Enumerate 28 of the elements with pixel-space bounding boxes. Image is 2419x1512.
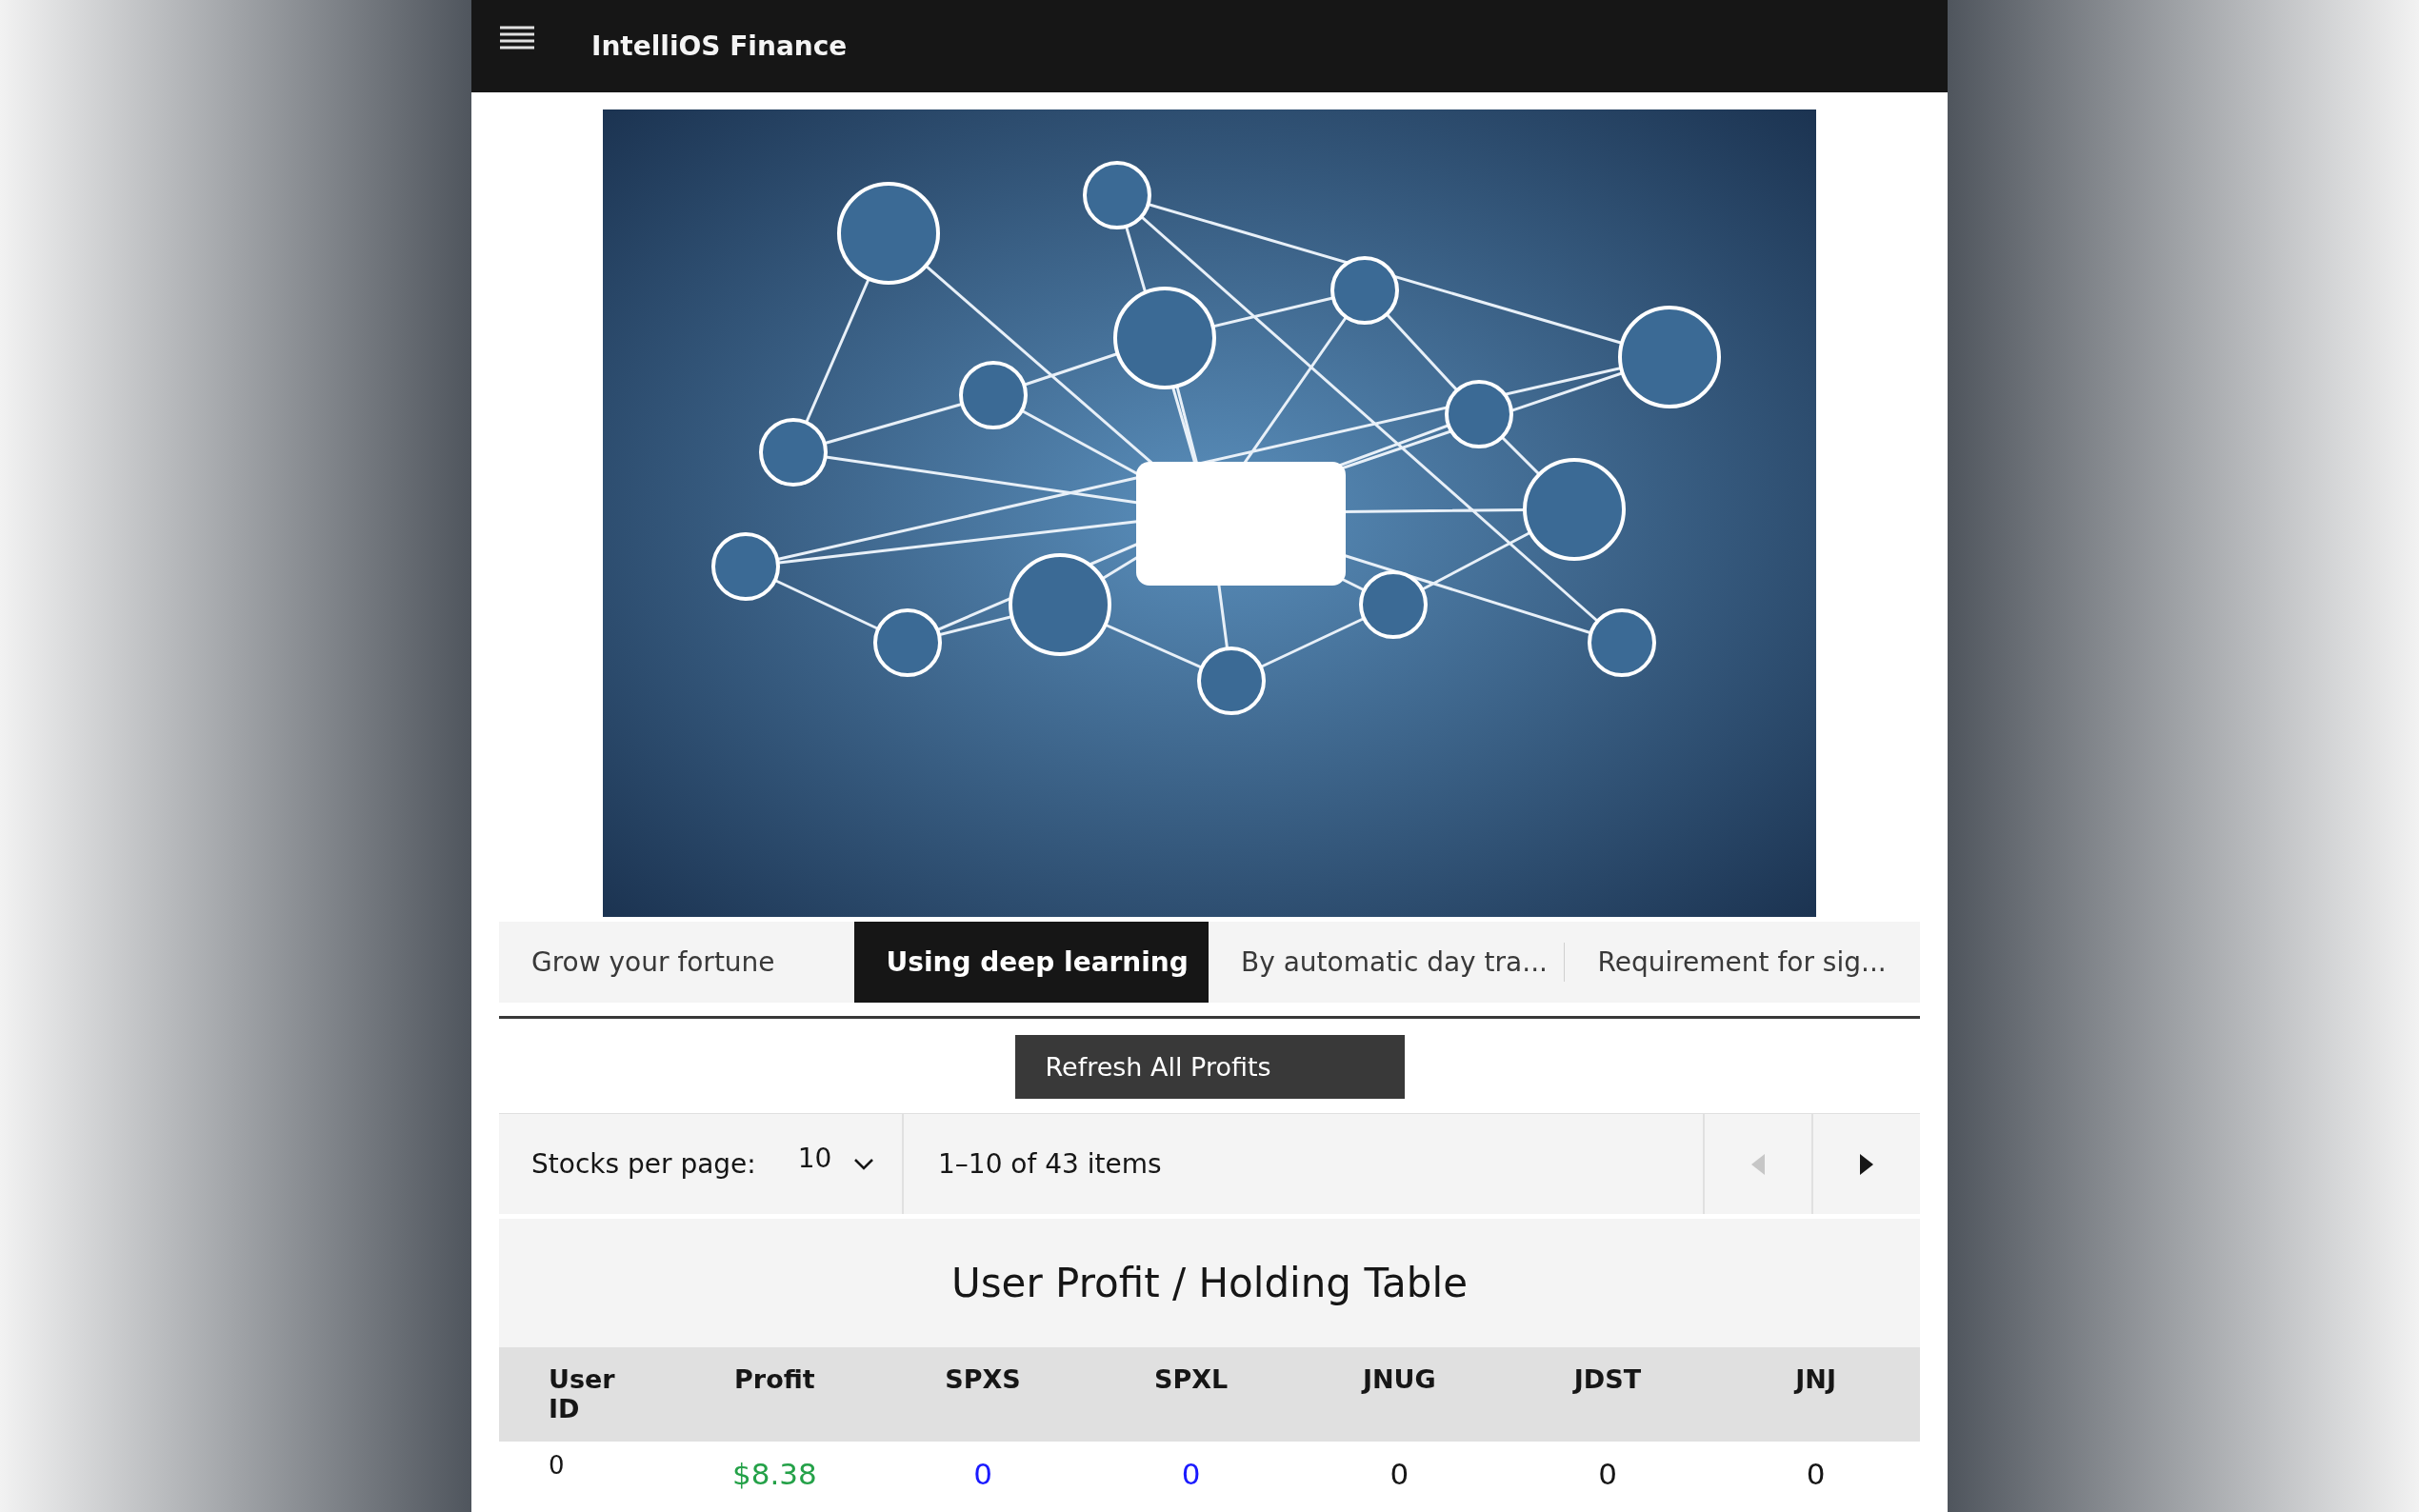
item-range: 1–10 of 43 items [938,1148,1162,1180]
column-header: SPXL [1154,1364,1229,1394]
table-cell: 0 [1806,1457,1826,1491]
column-header: JDST [1573,1364,1642,1394]
column-header: JNUG [1362,1364,1436,1394]
tab[interactable]: Requirement for sig... [1565,922,1920,1003]
table-cell: 0 [1598,1457,1617,1491]
column-header: JNJ [1795,1364,1836,1394]
menu-icon[interactable] [500,25,534,50]
tab[interactable]: Using deep learning [853,922,1209,1003]
column-header: Profit [734,1364,815,1394]
column-header: User ID [549,1364,615,1423]
tab[interactable]: Grow your fortune [499,922,854,1003]
table-cell: 0 [549,1451,565,1480]
holding-link[interactable]: 0 [973,1457,992,1491]
table-title: User Profit / Holding Table [951,1260,1468,1306]
page-size-label: Stocks per page: [531,1148,756,1180]
page-size-select[interactable]: 10 [797,1148,874,1180]
holding-link[interactable]: 0 [1181,1457,1201,1491]
chevron-down-icon [854,1158,874,1170]
tab[interactable]: By automatic day tra... [1209,922,1564,1003]
column-header: SPXS [945,1364,1021,1394]
app-title: IntelliOS Finance [591,30,848,62]
refresh-button[interactable]: Refresh All Profits [1014,1035,1405,1099]
table-cell: 0 [1389,1457,1409,1491]
table-cell: $8.38 [731,1457,817,1491]
caret-left-icon [1751,1153,1765,1175]
caret-right-icon [1860,1153,1873,1175]
